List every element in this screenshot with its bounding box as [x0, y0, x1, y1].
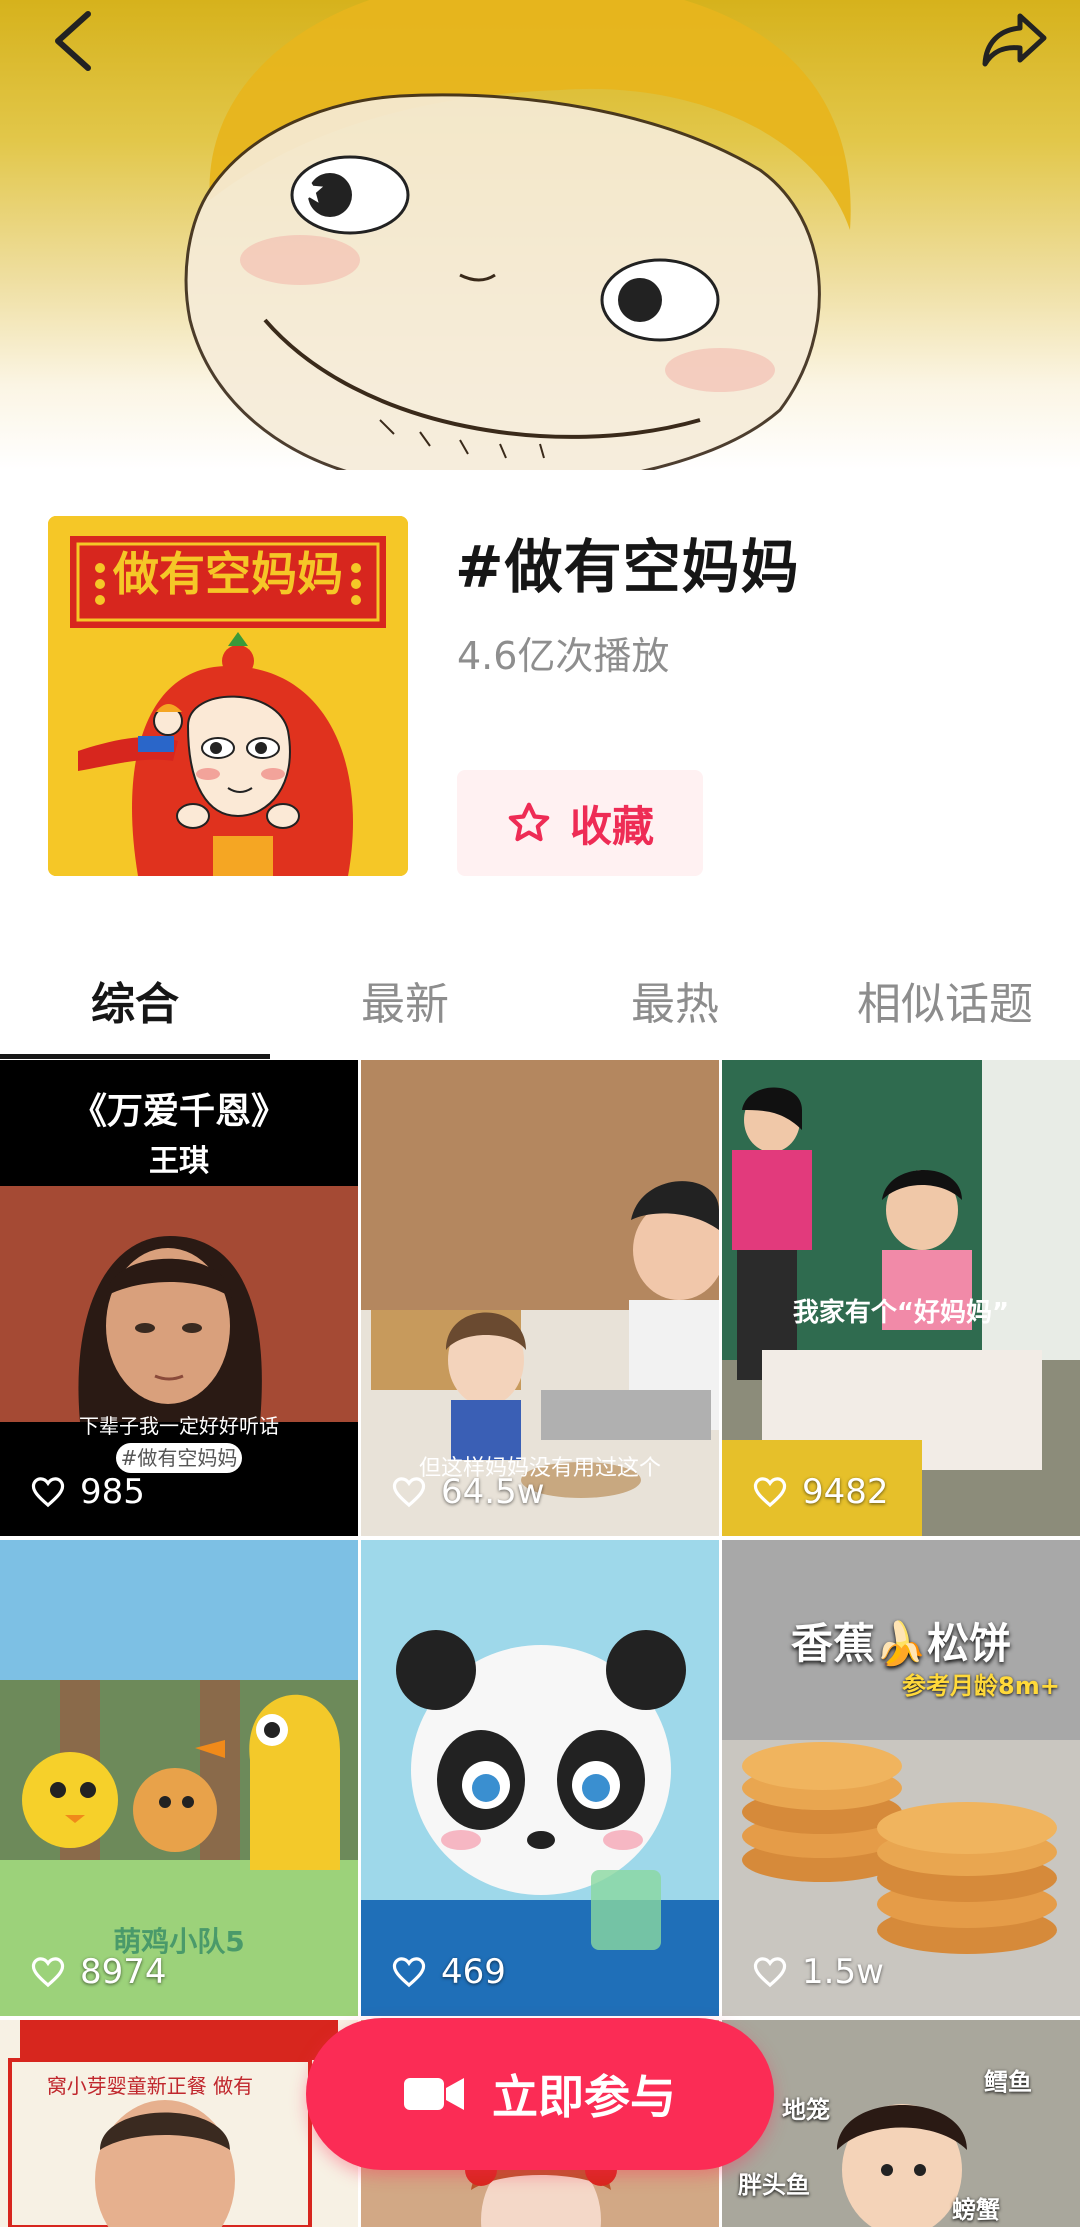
topic-banner — [0, 0, 1080, 470]
video-thumbnail — [0, 2020, 358, 2227]
video-caption: 窝小芽婴童新正餐 做有 — [46, 2074, 254, 2098]
video-caption: 我家有个“好妈妈” — [792, 1298, 1010, 1328]
like-count-value: 1.5w — [802, 1952, 884, 1992]
heart-icon — [31, 1957, 65, 1988]
tab-hottest[interactable]: 最热 — [540, 968, 810, 1032]
topic-cover-image: 做有空妈妈 — [48, 516, 408, 876]
topic-tabs: 综合 最新 最热 相似话题 — [0, 950, 1080, 1060]
tab-latest[interactable]: 最新 — [270, 968, 540, 1032]
video-card[interactable]: 萌鸡小队5 8974 — [0, 1540, 358, 2016]
join-challenge-button[interactable]: 立即参与 — [306, 2018, 774, 2170]
like-count: 985 — [30, 1472, 145, 1512]
star-outline-icon — [508, 802, 550, 842]
video-subtitle-name: 王琪 — [149, 1144, 209, 1179]
video-label: 地笼 — [782, 2096, 830, 2124]
heart-icon — [753, 1957, 787, 1988]
favorite-label: 收藏 — [569, 801, 654, 851]
share-button[interactable] — [980, 10, 1060, 90]
like-count: 469 — [391, 1952, 506, 1992]
video-title: 《万爱千恩》 — [70, 1091, 287, 1132]
like-count-value: 8974 — [80, 1952, 167, 1992]
join-label: 立即参与 — [492, 2070, 676, 2124]
tab-overall[interactable]: 综合 — [0, 968, 270, 1032]
heart-icon — [31, 1477, 65, 1508]
topic-tag-chip: #做有空妈妈 — [116, 1443, 242, 1473]
favorite-button[interactable]: 收藏 — [457, 770, 703, 876]
heart-icon — [392, 1957, 426, 1988]
heart-icon — [392, 1477, 426, 1508]
play-count: 4.6亿次播放 — [457, 634, 670, 678]
topic-title: #做有空妈妈 — [455, 533, 800, 601]
cover-banner-text: 做有空妈妈 — [113, 547, 343, 601]
video-label: 胖头鱼 — [738, 2171, 810, 2199]
heart-icon — [753, 1477, 787, 1508]
video-caption: 下辈子我一定好好听话 — [79, 1414, 279, 1438]
video-card[interactable]: 地笼 鳕鱼 胖头鱼 螃蟹 — [722, 2020, 1080, 2227]
video-card[interactable]: 我家有个“好妈妈” 9482 — [722, 1060, 1080, 1536]
video-card[interactable]: 469 — [361, 1540, 719, 2016]
like-count-value: 985 — [80, 1472, 145, 1512]
chevron-left-icon — [55, 11, 91, 71]
video-thumbnail — [361, 1540, 719, 2016]
like-count: 9482 — [752, 1472, 889, 1512]
share-arrow-icon — [982, 13, 1047, 67]
like-count-value: 64.5w — [441, 1472, 545, 1512]
like-count: 8974 — [30, 1952, 167, 1992]
like-count-value: 9482 — [802, 1472, 889, 1512]
video-card[interactable]: 窝小芽婴童新正餐 做有 — [0, 2020, 358, 2227]
back-button[interactable] — [50, 10, 130, 90]
active-tab-indicator — [0, 1054, 270, 1059]
like-count: 64.5w — [391, 1472, 545, 1512]
video-label: 螃蟹 — [952, 2196, 1000, 2224]
banner-illustration — [184, 0, 851, 470]
video-card[interactable]: 但这样妈妈没有用过这个 64.5w — [361, 1060, 719, 1536]
like-count: 1.5w — [752, 1952, 884, 1992]
video-title: 香蕉🍌松饼 — [790, 1619, 1012, 1668]
video-camera-icon — [404, 2078, 464, 2110]
video-caption: 参考月龄8m+ — [902, 1672, 1060, 1700]
tab-similar-topics[interactable]: 相似话题 — [810, 968, 1080, 1032]
video-thumbnail — [0, 1186, 358, 1422]
topic-page: 做有空妈妈 #做有空妈妈 4.6亿次播放 收藏 综合 最新 最热 相似话题 《万… — [0, 0, 1080, 2227]
video-label: 鳕鱼 — [984, 2068, 1032, 2096]
like-count-value: 469 — [441, 1952, 506, 1992]
video-card[interactable]: 香蕉🍌松饼 参考月龄8m+ 1.5w — [722, 1540, 1080, 2016]
video-card[interactable]: 《万爱千恩》 王琪 下辈子我一定好好听话 #做有空妈妈 985 — [0, 1060, 358, 1536]
